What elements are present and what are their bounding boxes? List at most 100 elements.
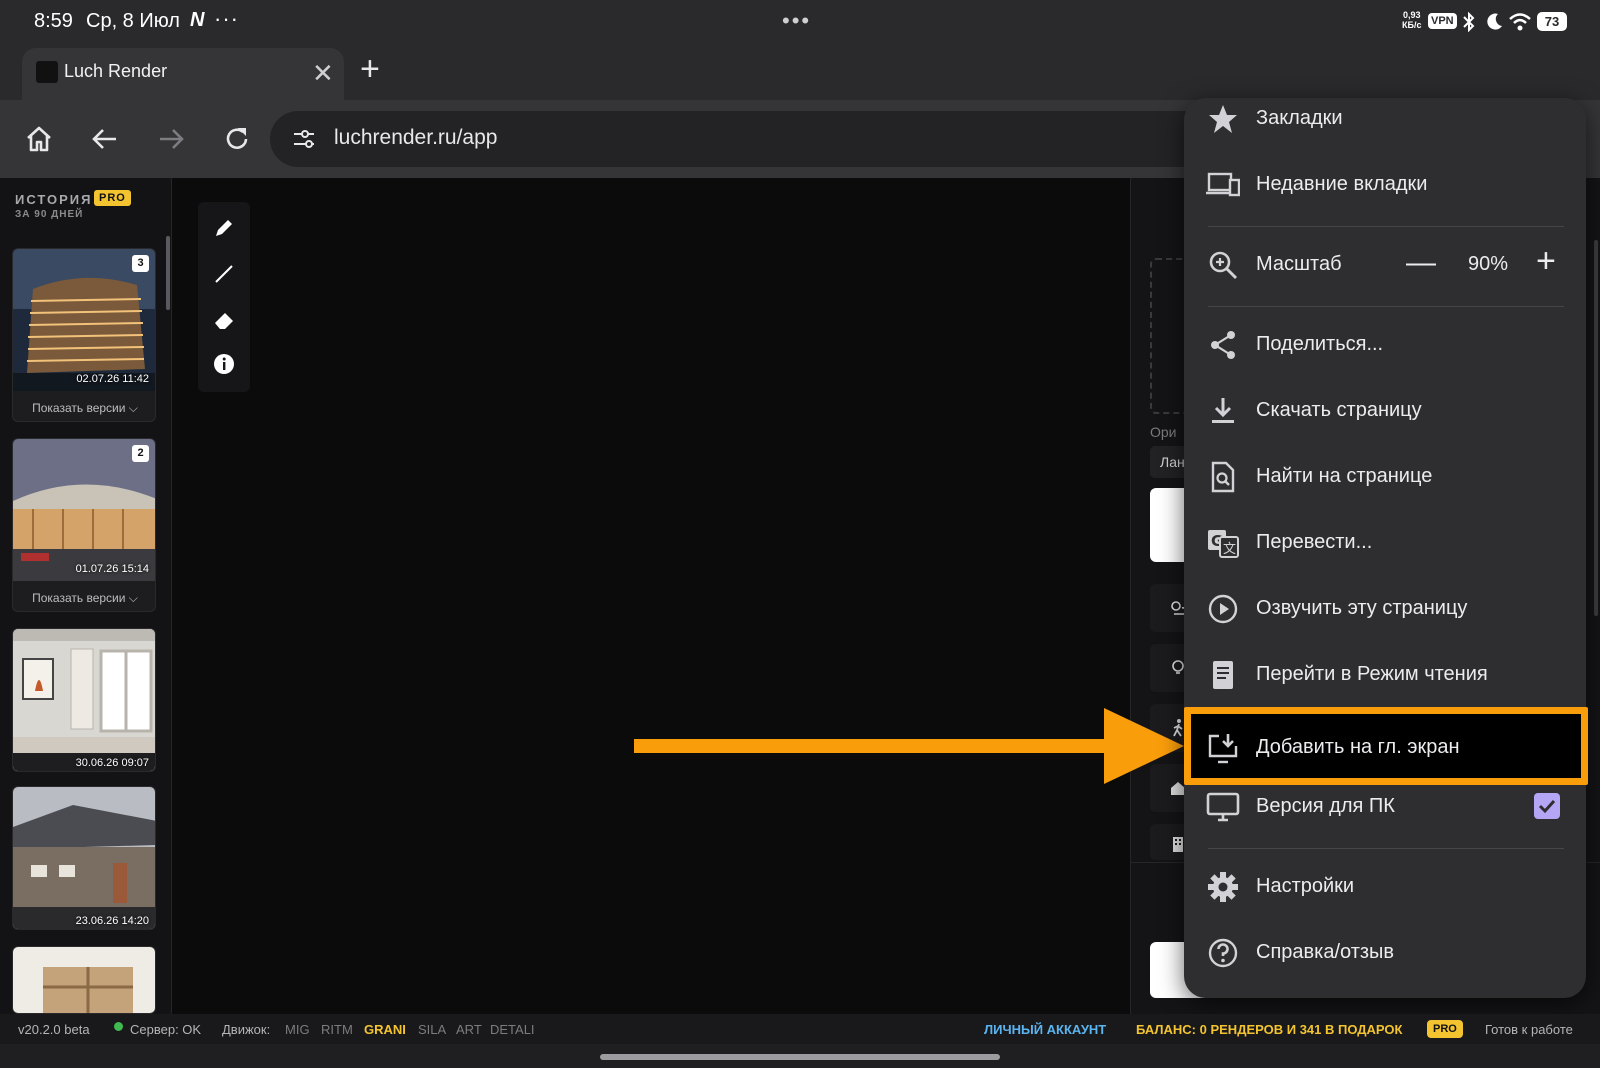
play-circle-icon	[1208, 594, 1238, 624]
pencil-icon[interactable]	[212, 216, 236, 240]
menu-item-help[interactable]: Справка/отзыв	[1184, 920, 1586, 986]
menu-item-reader-mode[interactable]: Перейти в Режим чтения	[1184, 642, 1586, 708]
add-to-home-row[interactable]: Добавить на гл. экран	[1184, 715, 1586, 781]
gesture-home-bar[interactable]	[600, 1054, 1000, 1060]
share-icon	[1211, 331, 1235, 359]
pro-badge: PRO	[94, 190, 131, 206]
orange-arrow-annotation	[634, 708, 1184, 784]
menu-item-settings[interactable]: Настройки	[1184, 854, 1586, 920]
pro-status-badge: PRO	[1427, 1020, 1463, 1038]
engine-grani[interactable]: GRANI	[364, 1022, 406, 1037]
drawing-tools	[198, 202, 250, 392]
panel-scrollbar[interactable]	[1594, 240, 1598, 616]
close-tab-icon[interactable]: ✕	[312, 58, 334, 89]
account-link[interactable]: ЛИЧНЫЙ АККАУНТ	[984, 1022, 1106, 1037]
window-handle-icon[interactable]: •••	[782, 8, 811, 34]
ready-status: Готов к работе	[1485, 1022, 1573, 1037]
menu-item-recent-tabs[interactable]: Недавние вкладки	[1184, 152, 1586, 218]
show-versions-button[interactable]: Показать версии ⌵	[13, 401, 155, 416]
menu-item-add-to-home-screen[interactable]: Добавить на гл. экран	[1184, 707, 1588, 785]
history-item[interactable]: 3 02.07.26 11:42 Показать версии ⌵	[12, 248, 156, 422]
history-item[interactable]: 30.06.26 09:07	[12, 628, 156, 772]
more-notifications-icon: ···	[214, 6, 239, 31]
engine-ritm[interactable]: RITM	[321, 1022, 353, 1037]
history-item[interactable]: 23.06.26 14:20	[12, 786, 156, 930]
download-icon	[1212, 398, 1234, 423]
history-item[interactable]	[12, 946, 156, 1014]
zoom-level: 90%	[1468, 253, 1509, 275]
clock: 8:59	[34, 10, 73, 32]
translate-icon: G文	[1208, 530, 1239, 558]
desktop-icon	[1206, 792, 1240, 822]
render-timestamp: 02.07.26 11:42	[76, 373, 149, 385]
menu-item-find-in-page[interactable]: Найти на странице	[1184, 444, 1586, 510]
render-timestamp: 30.06.26 09:07	[75, 757, 149, 769]
history-title: ИСТОРИЯ	[15, 192, 93, 207]
engine-art[interactable]: ART	[456, 1022, 482, 1037]
reload-icon[interactable]	[222, 124, 252, 154]
net-speed: 0,93 КБ/с	[1402, 10, 1422, 30]
zoom-out-button[interactable]: —	[1406, 248, 1436, 278]
render-thumbnail[interactable]	[13, 787, 156, 930]
balance-text: БАЛАНС: 0 РЕНДЕРОВ И 341 В ПОДАРОК	[1136, 1022, 1403, 1037]
menu-item-download-page[interactable]: Скачать страницу	[1184, 378, 1586, 444]
battery-indicator: 73	[1537, 12, 1567, 31]
zoom-in-button[interactable]: +	[1536, 244, 1556, 278]
gear-icon	[1208, 872, 1238, 902]
dnd-moon-icon	[1487, 13, 1502, 30]
show-versions-button[interactable]: Показать версии ⌵	[13, 591, 155, 606]
help-icon	[1208, 938, 1238, 968]
eraser-icon[interactable]	[212, 308, 236, 332]
engine-mig[interactable]: MIG	[285, 1022, 310, 1037]
wifi-icon	[1509, 13, 1531, 31]
address-bar[interactable]: luchrender.ru/app	[270, 111, 1300, 167]
engine-detali[interactable]: DETALI	[490, 1022, 535, 1037]
versions-count-badge: 3	[132, 255, 149, 272]
menu-item-translate[interactable]: G文 Перевести...	[1184, 510, 1586, 576]
app-status-bar: v20.2.0 beta Сервер: OK Движок: MIG RITM…	[0, 1014, 1600, 1044]
render-thumbnail[interactable]	[13, 947, 156, 1014]
line-tool-icon[interactable]	[212, 262, 236, 286]
history-subtitle: ЗА 90 ДНЕЙ	[15, 209, 84, 220]
menu-item-zoom: Масштаб — 90% +	[1184, 232, 1586, 298]
menu-item-share[interactable]: Поделиться...	[1184, 312, 1586, 378]
versions-count-badge: 2	[132, 445, 149, 462]
url-text: luchrender.ru/app	[334, 126, 498, 149]
render-thumbnail[interactable]	[13, 629, 156, 772]
add-to-home-icon	[1208, 734, 1238, 764]
render-timestamp: 23.06.26 14:20	[75, 915, 149, 927]
tab-luch-render[interactable]: Luch Render ✕	[22, 48, 344, 102]
checkmark-icon	[1538, 799, 1556, 814]
notification-icon: N	[190, 9, 205, 31]
history-item[interactable]: 2 01.07.26 15:14 Показать версии ⌵	[12, 438, 156, 612]
find-in-page-icon	[1211, 461, 1235, 493]
forward-icon[interactable]	[156, 124, 186, 154]
menu-divider	[1208, 226, 1564, 227]
system-status-bar: 8:59 Ср, 8 Июл N ··· ••• 0,93 КБ/с VPN 7…	[0, 0, 1600, 46]
sidebar-scrollbar[interactable]	[166, 236, 170, 310]
menu-divider	[1208, 306, 1564, 307]
home-icon[interactable]	[24, 124, 54, 154]
menu-item-bookmarks[interactable]: Закладки	[1184, 86, 1586, 152]
desktop-version-checkbox[interactable]	[1534, 793, 1560, 819]
menu-divider	[1208, 848, 1564, 849]
render-timestamp: 01.07.26 15:14	[75, 563, 149, 575]
engine-label: Движок:	[222, 1022, 271, 1037]
vpn-badge: VPN	[1428, 13, 1457, 29]
back-icon[interactable]	[90, 124, 120, 154]
engine-sila[interactable]: SILA	[418, 1022, 446, 1037]
bluetooth-icon	[1463, 12, 1475, 32]
date: Ср, 8 Июл	[86, 10, 180, 32]
server-status: Сервер: OK	[130, 1022, 202, 1037]
site-settings-icon[interactable]	[292, 127, 316, 151]
info-icon[interactable]	[212, 352, 236, 376]
menu-item-read-aloud[interactable]: Озвучить эту страницу	[1184, 576, 1586, 642]
orientation-label: Ори	[1150, 424, 1177, 440]
new-tab-button[interactable]: +	[360, 50, 380, 89]
zoom-in-icon	[1209, 251, 1238, 280]
app-version: v20.2.0 beta	[18, 1022, 90, 1037]
server-status-dot	[114, 1022, 123, 1031]
star-icon	[1209, 105, 1237, 133]
favicon-icon	[36, 61, 58, 83]
reader-mode-icon	[1213, 661, 1233, 689]
